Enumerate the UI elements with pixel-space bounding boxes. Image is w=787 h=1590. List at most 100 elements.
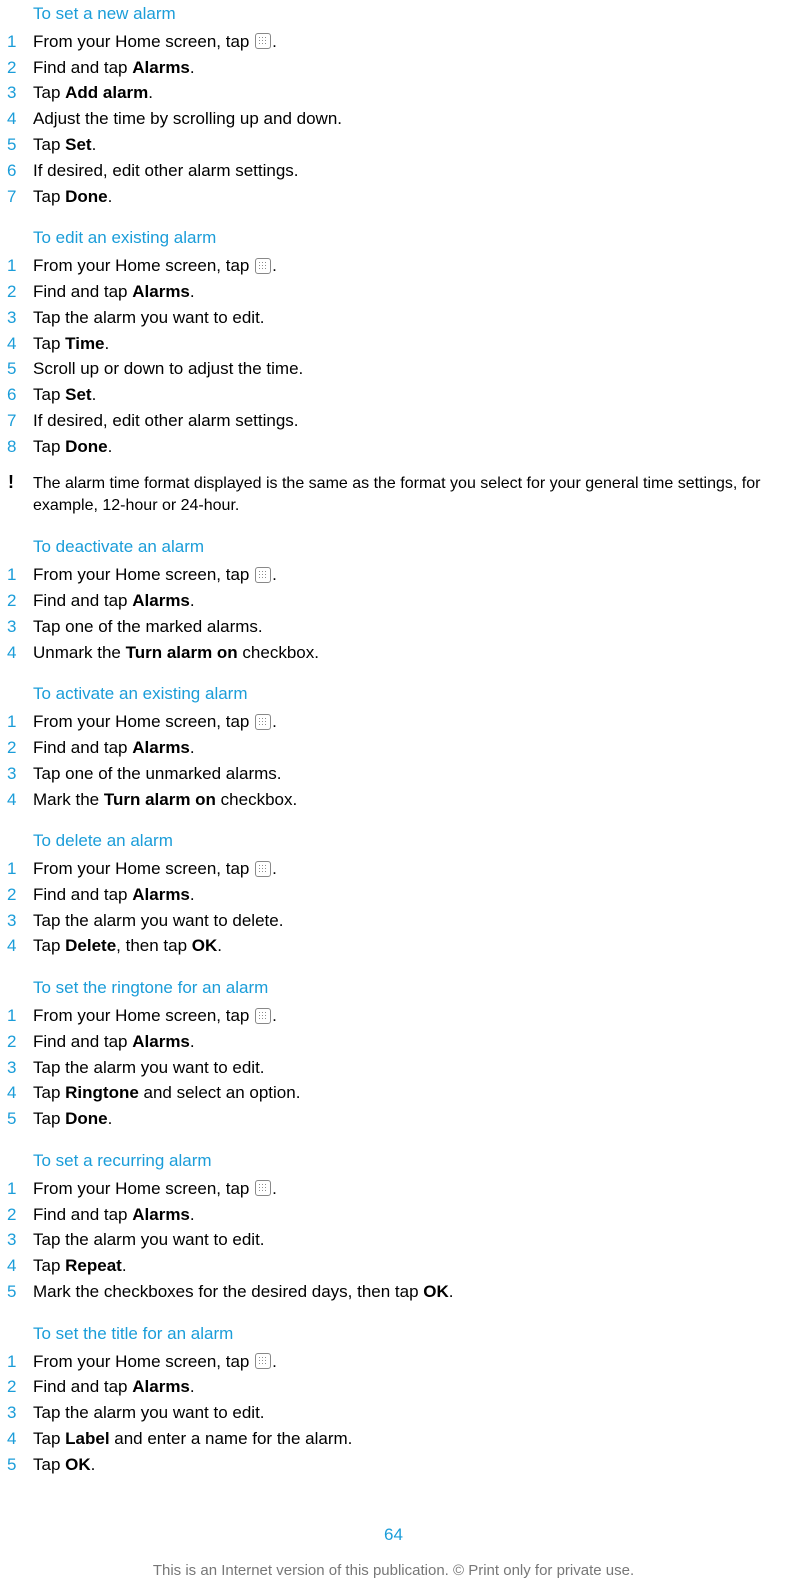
step-text: Tap OK. [33,1453,787,1477]
step-number: 6 [0,159,33,183]
step-text: Tap the alarm you want to edit. [33,1228,787,1252]
step-row: 7Tap Done. [0,185,787,209]
bold-text: Ringtone [65,1083,139,1102]
section-heading: To set a new alarm [33,0,787,26]
step-text: If desired, edit other alarm settings. [33,409,787,433]
step-row: 1From your Home screen, tap . [0,1004,787,1028]
bold-text: Set [65,135,91,154]
step-number: 4 [0,641,33,665]
step-number: 1 [0,254,33,278]
bold-text: Delete [65,936,116,955]
step-row: 4Tap Repeat. [0,1254,787,1278]
bold-text: Done [65,187,108,206]
step-text: Find and tap Alarms. [33,589,787,613]
section-heading: To deactivate an alarm [33,535,787,559]
step-number: 8 [0,435,33,459]
step-text: Tap one of the marked alarms. [33,615,787,639]
step-text: Scroll up or down to adjust the time. [33,357,787,381]
bold-text: Add alarm [65,83,148,102]
step-row: 4Tap Ringtone and select an option. [0,1081,787,1105]
step-text: From your Home screen, tap . [33,710,787,734]
page-number: 64 [0,1523,787,1547]
bold-text: Turn alarm on [104,790,216,809]
step-row: 2Find and tap Alarms. [0,736,787,760]
bold-text: Time [65,334,104,353]
step-number: 7 [0,185,33,209]
step-number: 4 [0,332,33,356]
step-row: 4Tap Time. [0,332,787,356]
step-row: 3Tap one of the unmarked alarms. [0,762,787,786]
bold-text: Turn alarm on [126,643,238,662]
step-row: 4Tap Delete, then tap OK. [0,934,787,958]
step-text: Find and tap Alarms. [33,1203,787,1227]
step-text: From your Home screen, tap . [33,563,787,587]
step-row: 5Mark the checkboxes for the desired day… [0,1280,787,1304]
section-heading: To activate an existing alarm [33,682,787,706]
step-number: 3 [0,1228,33,1252]
step-row: 2Find and tap Alarms. [0,1375,787,1399]
step-text: Find and tap Alarms. [33,1375,787,1399]
step-number: 1 [0,563,33,587]
step-number: 2 [0,56,33,80]
step-text: From your Home screen, tap . [33,1004,787,1028]
bold-text: OK [192,936,218,955]
step-text: Tap Ringtone and select an option. [33,1081,787,1105]
step-text: Tap Label and enter a name for the alarm… [33,1427,787,1451]
step-text: Find and tap Alarms. [33,736,787,760]
step-row: 1From your Home screen, tap . [0,254,787,278]
step-row: 2Find and tap Alarms. [0,280,787,304]
step-number: 2 [0,589,33,613]
step-text: Mark the Turn alarm on checkbox. [33,788,787,812]
step-text: Tap one of the unmarked alarms. [33,762,787,786]
bold-text: Alarms [132,885,190,904]
step-number: 3 [0,1401,33,1425]
step-row: 5Scroll up or down to adjust the time. [0,357,787,381]
step-row: 1From your Home screen, tap . [0,1177,787,1201]
step-text: Tap Done. [33,435,787,459]
step-row: 3Tap Add alarm. [0,81,787,105]
note-text: The alarm time format displayed is the s… [33,473,787,518]
step-row: 4Mark the Turn alarm on checkbox. [0,788,787,812]
step-number: 2 [0,1030,33,1054]
step-text: Find and tap Alarms. [33,1030,787,1054]
bold-text: Alarms [132,282,190,301]
apps-grid-icon [255,567,271,583]
bold-text: Label [65,1429,109,1448]
step-number: 3 [0,1056,33,1080]
section-heading: To delete an alarm [33,829,787,853]
step-number: 3 [0,762,33,786]
step-text: From your Home screen, tap . [33,30,787,54]
step-number: 5 [0,1280,33,1304]
step-text: If desired, edit other alarm settings. [33,159,787,183]
step-number: 1 [0,30,33,54]
bold-text: Done [65,1109,108,1128]
footer-text: This is an Internet version of this publ… [0,1560,787,1587]
bold-text: Alarms [132,738,190,757]
bold-text: OK [423,1282,449,1301]
apps-grid-icon [255,1008,271,1024]
step-row: 8Tap Done. [0,435,787,459]
bold-text: Done [65,437,108,456]
step-row: 3Tap the alarm you want to edit. [0,1228,787,1252]
bold-text: Alarms [132,58,190,77]
step-number: 3 [0,909,33,933]
step-row: 6If desired, edit other alarm settings. [0,159,787,183]
step-number: 4 [0,1081,33,1105]
step-text: Find and tap Alarms. [33,280,787,304]
document-page: To set a new alarm1From your Home screen… [0,0,787,1477]
step-text: Tap Set. [33,383,787,407]
step-number: 1 [0,1350,33,1374]
step-text: From your Home screen, tap . [33,254,787,278]
step-row: 3Tap the alarm you want to edit. [0,1056,787,1080]
step-row: 3Tap one of the marked alarms. [0,615,787,639]
section-heading: To edit an existing alarm [33,226,787,250]
step-text: Tap the alarm you want to edit. [33,306,787,330]
note-icon: ! [0,473,33,493]
step-text: From your Home screen, tap . [33,1350,787,1374]
step-row: 3Tap the alarm you want to edit. [0,1401,787,1425]
apps-grid-icon [255,1353,271,1369]
step-text: From your Home screen, tap . [33,857,787,881]
bold-text: Set [65,385,91,404]
step-row: 1From your Home screen, tap . [0,857,787,881]
step-row: 2Find and tap Alarms. [0,589,787,613]
